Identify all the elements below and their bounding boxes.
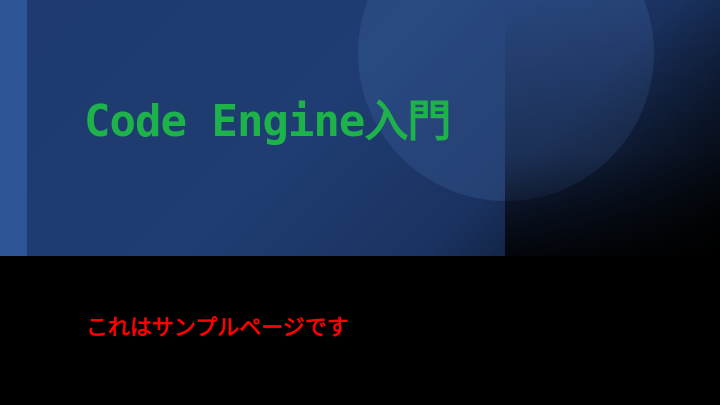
slide: Code Engine入門 これはサンプルページです: [0, 0, 720, 405]
decorative-shade: [505, 0, 720, 256]
slide-body-text: これはサンプルページです: [86, 316, 349, 341]
title-band: Code Engine入門: [0, 0, 720, 256]
slide-title: Code Engine入門: [84, 96, 451, 147]
accent-strip: [0, 0, 27, 256]
